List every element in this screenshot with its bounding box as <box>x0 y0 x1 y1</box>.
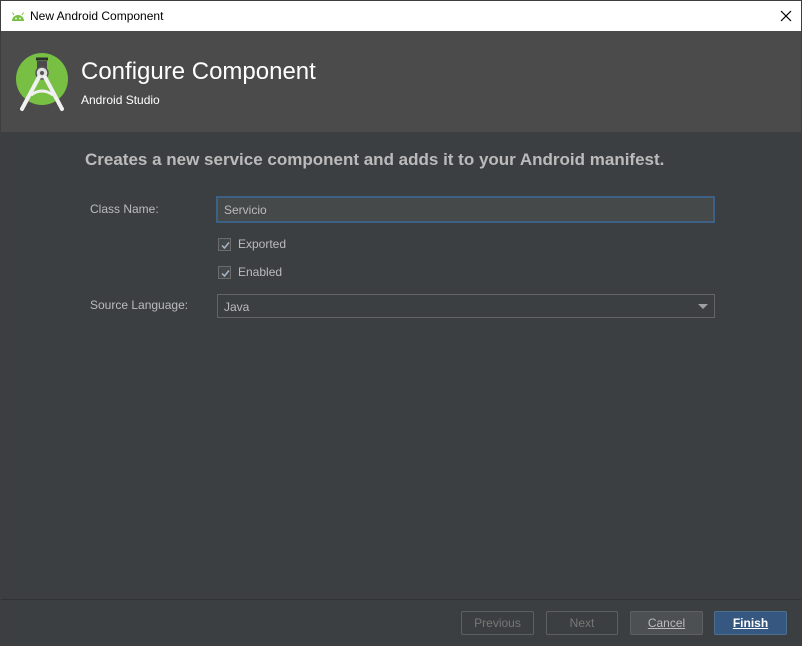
exported-label: Exported <box>238 237 287 251</box>
previous-button[interactable]: Previous <box>461 611 534 635</box>
finish-label: Finish <box>732 616 769 630</box>
finish-button[interactable]: Finish <box>714 611 787 635</box>
next-button[interactable]: Next <box>546 611 618 635</box>
checkmark-icon <box>221 269 230 277</box>
page-title: Configure Component <box>81 58 316 85</box>
source-language-label: Source Language: <box>90 298 189 312</box>
android-studio-logo <box>16 53 68 111</box>
cancel-button[interactable]: Cancel <box>630 611 703 635</box>
dropdown-arrow-icon <box>698 304 708 309</box>
page-subtitle: Android Studio <box>81 93 160 107</box>
window-title: New Android Component <box>30 9 164 23</box>
enabled-label: Enabled <box>238 265 283 279</box>
title-bar: New Android Component <box>1 1 801 31</box>
wizard-header: Configure Component Android Studio <box>1 31 801 132</box>
android-icon <box>12 12 24 21</box>
close-icon <box>780 10 792 22</box>
exported-checkbox-row[interactable]: Exported <box>218 237 286 251</box>
enabled-checkbox[interactable] <box>218 265 231 279</box>
source-language-select[interactable]: Java <box>217 294 715 318</box>
close-button[interactable] <box>771 1 801 31</box>
class-name-label: Class Name: <box>90 202 159 216</box>
class-name-input[interactable]: Servicio <box>216 196 715 223</box>
dialog-window: New Android Component Configure Componen… <box>0 0 802 646</box>
enabled-checkbox-row[interactable]: Enabled <box>218 265 282 279</box>
button-bar: Previous Next Cancel Finish <box>1 599 801 645</box>
cancel-label: Cancel <box>647 616 686 630</box>
wizard-content: Creates a new service component and adds… <box>1 132 801 599</box>
source-language-value: Java <box>224 300 250 314</box>
exported-checkbox[interactable] <box>218 237 231 251</box>
description-text: Creates a new service component and adds… <box>85 150 665 169</box>
checkmark-icon <box>221 241 230 249</box>
